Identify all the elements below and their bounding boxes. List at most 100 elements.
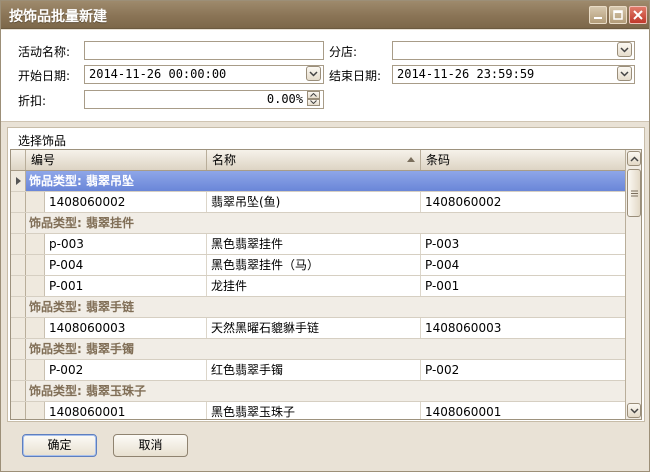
cell-name[interactable]: 红色翡翠手镯	[207, 360, 421, 380]
cell-code[interactable]: 1408060003	[45, 318, 207, 338]
end-date-label: 结束日期:	[329, 69, 382, 83]
grid-caption: 选择饰品	[18, 134, 67, 148]
chevron-down-icon	[629, 407, 639, 414]
row-indicator[interactable]	[11, 360, 26, 380]
table-row[interactable]: P-002 红色翡翠手镯 P-002	[11, 360, 627, 381]
group-indent	[26, 255, 45, 275]
row-indicator[interactable]	[11, 297, 26, 317]
grid-header: 编号 名称 条码	[11, 150, 627, 171]
group-row[interactable]: 饰品类型: 翡翠吊坠	[11, 171, 627, 192]
cell-code[interactable]: P-004	[45, 255, 207, 275]
end-date-dropdown-button[interactable]	[617, 66, 632, 81]
branch-dropdown-button[interactable]	[617, 42, 632, 57]
discount-spinner[interactable]	[307, 91, 320, 106]
scroll-down-button[interactable]	[627, 403, 641, 418]
product-selection-panel: 选择饰品 编号 名称 条码 饰品类型: 翡翠吊坠 1408060002 翡翠吊坠(鱼…	[7, 127, 645, 422]
cell-name[interactable]: 天然黑曜石貔貅手链	[207, 318, 421, 338]
dialog-window: 按饰品批量新建 活动名称: 分店: 开始日期: 2014-11-26 00:00…	[0, 0, 650, 472]
table-row[interactable]: P-001 龙挂件 P-001	[11, 276, 627, 297]
group-row[interactable]: 饰品类型: 翡翠玉珠子	[11, 381, 627, 402]
scroll-up-button[interactable]	[627, 151, 641, 166]
group-indent	[26, 318, 45, 338]
activity-name-label: 活动名称:	[18, 45, 71, 59]
row-indicator[interactable]	[11, 213, 26, 233]
chevron-down-icon	[309, 70, 318, 77]
cell-name[interactable]: 翡翠吊坠(鱼)	[207, 192, 421, 212]
cancel-button[interactable]: 取消	[113, 434, 188, 457]
group-indent	[26, 402, 45, 419]
column-header-code[interactable]: 编号	[26, 150, 207, 170]
discount-input[interactable]: 0.00%	[84, 90, 324, 109]
row-indicator[interactable]	[11, 381, 26, 401]
cell-barcode[interactable]: P-004	[421, 255, 627, 275]
cell-name[interactable]: 黑色翡翠挂件（马）	[207, 255, 421, 275]
spin-down-button[interactable]	[307, 98, 320, 106]
close-button[interactable]	[629, 6, 647, 24]
minimize-button[interactable]	[589, 6, 607, 24]
scroll-thumb[interactable]	[627, 169, 641, 217]
column-header-name[interactable]: 名称	[207, 150, 421, 170]
group-row[interactable]: 饰品类型: 翡翠手镯	[11, 339, 627, 360]
cell-barcode[interactable]: P-003	[421, 234, 627, 254]
spin-up-button[interactable]	[307, 91, 320, 99]
table-row[interactable]: 1408060002 翡翠吊坠(鱼) 1408060002	[11, 192, 627, 213]
table-row[interactable]: 1408060001 黑色翡翠玉珠子 1408060001	[11, 402, 627, 419]
cell-code[interactable]: p-003	[45, 234, 207, 254]
cell-barcode[interactable]: P-001	[421, 276, 627, 296]
window-title: 按饰品批量新建	[9, 9, 107, 25]
column-header-barcode[interactable]: 条码	[421, 150, 627, 170]
grip-icon	[630, 190, 638, 196]
group-label: 饰品类型: 翡翠挂件	[29, 216, 134, 230]
group-label: 饰品类型: 翡翠手链	[29, 300, 134, 314]
cell-name[interactable]: 黑色翡翠玉珠子	[207, 402, 421, 419]
chevron-down-icon	[310, 100, 317, 105]
row-indicator[interactable]	[11, 402, 26, 419]
table-row[interactable]: p-003 黑色翡翠挂件 P-003	[11, 234, 627, 255]
ok-button[interactable]: 确定	[22, 434, 97, 457]
row-indicator[interactable]	[11, 255, 26, 275]
product-grid[interactable]: 编号 名称 条码 饰品类型: 翡翠吊坠 1408060002 翡翠吊坠(鱼) 1408…	[10, 149, 642, 420]
cell-barcode[interactable]: 1408060002	[421, 192, 627, 212]
group-indent	[26, 276, 45, 296]
cell-code[interactable]: P-002	[45, 360, 207, 380]
cell-code[interactable]: 1408060002	[45, 192, 207, 212]
maximize-button[interactable]	[609, 6, 627, 24]
row-indicator[interactable]	[11, 276, 26, 296]
minimize-icon	[594, 17, 602, 19]
table-row[interactable]: P-004 黑色翡翠挂件（马） P-004	[11, 255, 627, 276]
cell-name[interactable]: 黑色翡翠挂件	[207, 234, 421, 254]
cell-name[interactable]: 龙挂件	[207, 276, 421, 296]
form-area: 活动名称: 分店: 开始日期: 2014-11-26 00:00:00 结束日期…	[1, 30, 649, 122]
chevron-up-icon	[310, 92, 317, 97]
activity-name-input[interactable]	[84, 41, 324, 60]
row-indicator[interactable]	[11, 171, 26, 191]
group-label: 饰品类型: 翡翠手镯	[29, 342, 134, 356]
group-row[interactable]: 饰品类型: 翡翠挂件	[11, 213, 627, 234]
chevron-down-icon	[620, 70, 629, 77]
cell-barcode[interactable]: 1408060001	[421, 402, 627, 419]
row-indicator[interactable]	[11, 318, 26, 338]
end-date-input[interactable]: 2014-11-26 23:59:59	[392, 65, 635, 84]
table-row[interactable]: 1408060003 天然黑曜石貔貅手链 1408060003	[11, 318, 627, 339]
discount-label: 折扣:	[18, 94, 47, 108]
row-indicator[interactable]	[11, 192, 26, 212]
cell-code[interactable]: P-001	[45, 276, 207, 296]
maximize-icon	[613, 10, 623, 20]
current-row-arrow-icon	[16, 177, 21, 185]
cell-code[interactable]: 1408060001	[45, 402, 207, 419]
branch-select[interactable]	[392, 41, 635, 60]
start-date-input[interactable]: 2014-11-26 00:00:00	[84, 65, 324, 84]
row-indicator[interactable]	[11, 234, 26, 254]
start-date-dropdown-button[interactable]	[306, 66, 321, 81]
group-indent	[26, 234, 45, 254]
cell-barcode[interactable]: P-002	[421, 360, 627, 380]
column-header-name-label: 名称	[212, 153, 237, 167]
group-label: 饰品类型: 翡翠玉珠子	[29, 384, 146, 398]
vertical-scrollbar[interactable]	[625, 150, 641, 419]
title-bar[interactable]: 按饰品批量新建	[1, 1, 649, 29]
row-indicator[interactable]	[11, 339, 26, 359]
start-date-label: 开始日期:	[18, 69, 71, 83]
group-row[interactable]: 饰品类型: 翡翠手链	[11, 297, 627, 318]
sort-ascending-icon	[407, 157, 415, 162]
cell-barcode[interactable]: 1408060003	[421, 318, 627, 338]
